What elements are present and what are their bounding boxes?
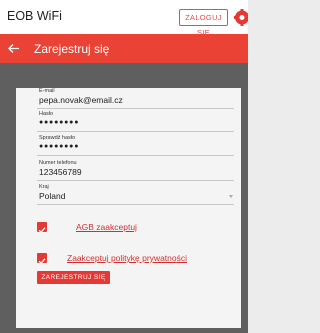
page-title: Zarejestruj się <box>34 42 110 56</box>
privacy-row: Zaakceptuj politykę prywatności <box>16 252 241 266</box>
checkbox-checked-icon <box>38 258 46 265</box>
page-header: Zarejestruj się <box>0 34 248 63</box>
app-bar: EOB WiFi ZALOGUJ SIĘ <box>0 0 248 37</box>
terms-row: AGB zaakceptuj <box>16 221 241 235</box>
privacy-link[interactable]: Zaakceptuj politykę prywatności <box>67 253 187 263</box>
register-button[interactable]: ZAREJESTRUJ SIĘ <box>37 271 110 284</box>
privacy-checkbox[interactable] <box>37 253 47 265</box>
password-value: ●●●●●●●● <box>39 119 80 126</box>
email-value: pepa.novak@email.cz <box>39 95 123 105</box>
phone-underline <box>37 180 234 181</box>
app-title: EOB WiFi <box>7 9 62 23</box>
password-label: Hasło <box>39 111 54 117</box>
country-value: Poland <box>39 191 66 201</box>
gear-icon[interactable] <box>233 9 248 26</box>
checkbox-checked-icon <box>38 227 46 234</box>
email-underline <box>37 108 234 109</box>
phone-value: 123456789 <box>39 167 82 177</box>
terms-checkbox[interactable] <box>37 222 47 234</box>
country-label: Kraj <box>39 184 49 190</box>
registration-form: E-mail pepa.novak@email.cz Hasło ●●●●●●●… <box>16 88 241 328</box>
back-arrow-icon[interactable] <box>7 42 20 55</box>
email-label: E-mail <box>39 88 55 94</box>
terms-link[interactable]: AGB zaakceptuj <box>76 222 137 232</box>
login-button[interactable]: ZALOGUJ SIĘ <box>179 9 228 37</box>
password-confirm-underline <box>37 155 234 156</box>
password-confirm-label: Sprawdź hasło <box>39 135 76 141</box>
chevron-down-icon <box>229 195 233 198</box>
password-confirm-value: ●●●●●●●● <box>39 143 80 150</box>
phone-label: Numer telefonu <box>39 160 77 166</box>
password-underline <box>37 131 234 132</box>
country-underline <box>37 204 234 205</box>
